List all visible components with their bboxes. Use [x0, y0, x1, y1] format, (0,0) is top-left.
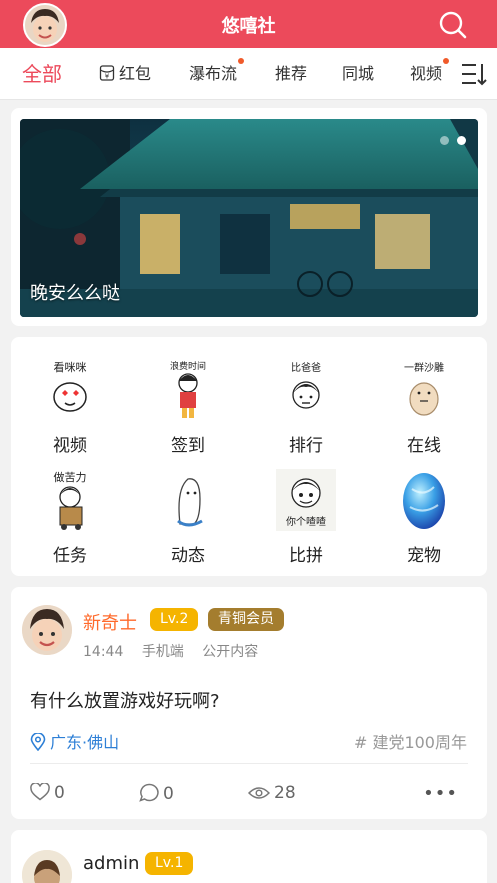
post-location[interactable]: 广东·佛山	[30, 729, 119, 753]
post-time: 14:44	[83, 644, 124, 660]
tab-menu-icon[interactable]	[461, 62, 487, 86]
tab-all[interactable]: 全部	[22, 48, 62, 100]
location-pin-icon	[30, 732, 46, 752]
carousel-indicator	[432, 130, 466, 149]
tab-red-envelope[interactable]: ¥ 红包	[99, 48, 151, 100]
meme-feed-icon	[177, 478, 203, 527]
grid-item-tasks[interactable]: 做苦力 任务	[11, 459, 129, 569]
comment-button[interactable]: 0	[139, 783, 174, 804]
top-bar: 悠嘻社	[0, 0, 497, 48]
view-count: 28	[247, 783, 296, 803]
meme-tasks-icon: 做苦力	[54, 470, 87, 530]
grid-label: 宠物	[407, 546, 441, 566]
post-author-name[interactable]: admin	[83, 853, 139, 874]
notification-dot	[443, 58, 450, 64]
banner-caption: 晚安么么哒	[30, 283, 120, 304]
feature-grid: 看咪咪 视频 浪费时间 签到 比爸爸 排行 一群沙雕 在线 做苦力 任务 动态 …	[11, 337, 487, 576]
notification-dot	[238, 58, 245, 64]
svg-text:比爸爸: 比爸爸	[291, 361, 321, 374]
grid-label: 动态	[171, 546, 205, 566]
app-title: 悠嘻社	[221, 16, 276, 37]
meme-ranking-icon: 比爸爸	[291, 361, 321, 409]
post-content[interactable]: 有什么放置游戏好玩啊?	[30, 687, 220, 713]
divider	[30, 763, 468, 764]
grid-label: 视频	[53, 436, 87, 456]
svg-text:一群沙雕: 一群沙雕	[404, 361, 444, 374]
post-card[interactable]: 新奇士 Lv.2 青铜会员 14:44 手机端 公开内容 有什么放置游戏好玩啊?…	[11, 587, 487, 819]
pet-egg-icon	[403, 473, 445, 529]
more-options-icon[interactable]: •••	[423, 783, 458, 804]
grid-item-checkin[interactable]: 浪费时间 签到	[129, 349, 247, 459]
meme-face-icon: 看咪咪	[53, 360, 87, 412]
eye-icon	[247, 787, 271, 799]
svg-text:浪费时间: 浪费时间	[170, 360, 206, 372]
like-button[interactable]: 0	[30, 782, 65, 803]
post-visibility: 公开内容	[202, 644, 259, 660]
post-meta: 14:44 手机端 公开内容	[83, 641, 272, 661]
grid-label: 在线	[407, 436, 441, 456]
grid-label: 任务	[53, 546, 87, 566]
post-author-avatar[interactable]	[22, 850, 72, 883]
post-author-name[interactable]: 新奇士	[83, 609, 137, 635]
grid-item-feed[interactable]: 动态	[129, 459, 247, 569]
svg-text:看咪咪: 看咪咪	[54, 360, 87, 374]
post-author-avatar[interactable]	[22, 605, 72, 655]
level-badge: Lv.1	[145, 852, 194, 875]
meme-checkin-icon: 浪费时间	[170, 360, 206, 418]
comment-bubble-icon	[139, 783, 159, 802]
meme-battle-icon: 你个喳喳	[276, 469, 336, 531]
tab-video[interactable]: 视频	[410, 48, 450, 100]
grid-label: 排行	[289, 436, 323, 456]
tab-recommend[interactable]: 推荐	[275, 48, 307, 100]
category-tabs: 全部 ¥ 红包 瀑布流 推荐 同城 视频	[0, 48, 497, 100]
svg-text:做苦力: 做苦力	[54, 470, 87, 484]
post-device: 手机端	[141, 644, 184, 660]
red-envelope-icon: ¥	[99, 50, 115, 81]
svg-text:你个喳喳: 你个喳喳	[286, 515, 326, 528]
banner-card: 晚安么么哒	[11, 108, 487, 326]
banner-carousel[interactable]: 晚安么么哒	[20, 119, 478, 317]
tab-same-city[interactable]: 同城	[342, 48, 374, 100]
grid-item-online[interactable]: 一群沙雕 在线	[365, 349, 483, 459]
post-card[interactable]: admin Lv.1	[11, 830, 487, 883]
heart-icon	[30, 782, 50, 801]
carousel-dot[interactable]	[440, 136, 449, 145]
grid-item-battle[interactable]: 你个喳喳 比拼	[247, 459, 365, 569]
grid-label: 签到	[171, 436, 205, 456]
vip-badge: 青铜会员	[208, 608, 284, 631]
grid-item-video[interactable]: 看咪咪 视频	[11, 349, 129, 459]
meme-online-icon: 一群沙雕	[404, 361, 444, 416]
post-topic-tag[interactable]: # 建党100周年	[354, 729, 467, 753]
carousel-dot-active[interactable]	[457, 136, 466, 145]
tab-waterfall[interactable]: 瀑布流	[189, 48, 245, 100]
level-badge: Lv.2	[150, 608, 199, 631]
grid-label: 比拼	[289, 546, 323, 566]
search-icon[interactable]	[438, 10, 468, 40]
grid-item-pet[interactable]: 宠物	[365, 459, 483, 569]
svg-text:¥: ¥	[105, 73, 110, 81]
grid-item-ranking[interactable]: 比爸爸 排行	[247, 349, 365, 459]
